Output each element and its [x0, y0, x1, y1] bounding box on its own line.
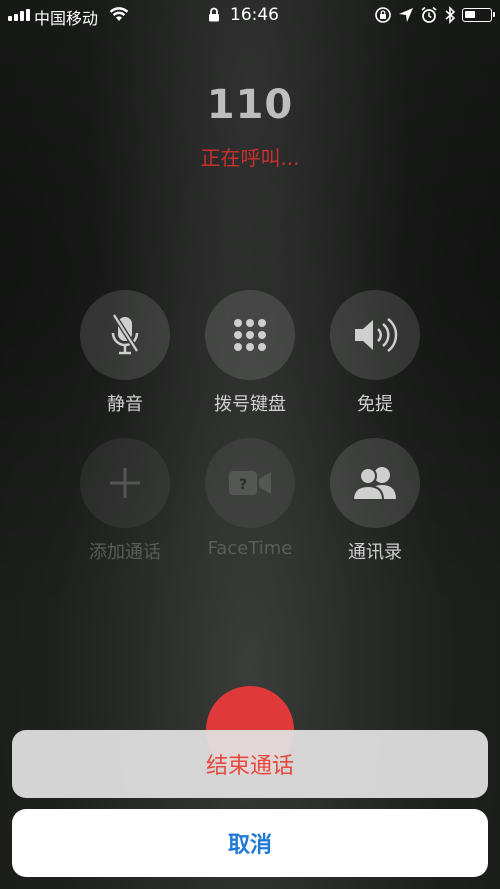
- carrier-name: 中国移动: [34, 9, 99, 28]
- speaker-icon: [355, 318, 398, 352]
- keypad-icon: [234, 319, 266, 351]
- speaker-control[interactable]: 免提: [305, 290, 445, 416]
- facetime-button: ?: [205, 438, 295, 528]
- facetime-label: FaceTime: [207, 538, 293, 559]
- contacts-label: 通讯录: [348, 542, 402, 563]
- svg-text:?: ?: [239, 477, 247, 493]
- callee-number: 110: [206, 82, 294, 128]
- mute-button[interactable]: [80, 290, 170, 380]
- call-status: 正在呼叫...: [200, 146, 300, 170]
- mute-label: 静音: [107, 394, 143, 415]
- alarm-icon: [421, 6, 437, 23]
- add-call-button: [80, 438, 170, 528]
- speaker-label: 免提: [357, 394, 393, 415]
- add-call-label: 添加通话: [89, 542, 161, 563]
- keypad-label: 拨号键盘: [214, 394, 286, 415]
- lock-icon: [209, 7, 219, 22]
- signal-strength-icon: [8, 9, 32, 21]
- rotation-lock-icon: [375, 7, 391, 23]
- contacts-button[interactable]: [330, 438, 420, 528]
- end-call-action-button[interactable]: 结束通话: [12, 730, 488, 798]
- facetime-control: ? FaceTime: [180, 438, 320, 559]
- cancel-button[interactable]: 取消: [12, 809, 488, 877]
- keypad-button[interactable]: [205, 290, 295, 380]
- add-call-icon: [110, 468, 140, 498]
- wifi-icon: [109, 7, 129, 21]
- battery-tip: [493, 12, 495, 17]
- status-right-icons: [374, 5, 495, 25]
- mute-control[interactable]: 静音: [55, 290, 195, 416]
- battery-icon: [462, 8, 495, 22]
- status-bar: 中国移动 16:46: [0, 0, 500, 30]
- bluetooth-icon: [445, 6, 456, 24]
- speaker-button[interactable]: [330, 290, 420, 380]
- status-time: 16:46: [230, 5, 279, 25]
- mute-microphone-icon: [111, 313, 140, 355]
- keypad-control[interactable]: 拨号键盘: [180, 290, 320, 416]
- facetime-icon: ?: [229, 471, 271, 495]
- add-call-control: 添加通话: [55, 438, 195, 564]
- contacts-control[interactable]: 通讯录: [305, 438, 445, 564]
- location-icon: [399, 8, 413, 22]
- battery-level: [465, 11, 475, 18]
- contacts-icon: [351, 467, 396, 501]
